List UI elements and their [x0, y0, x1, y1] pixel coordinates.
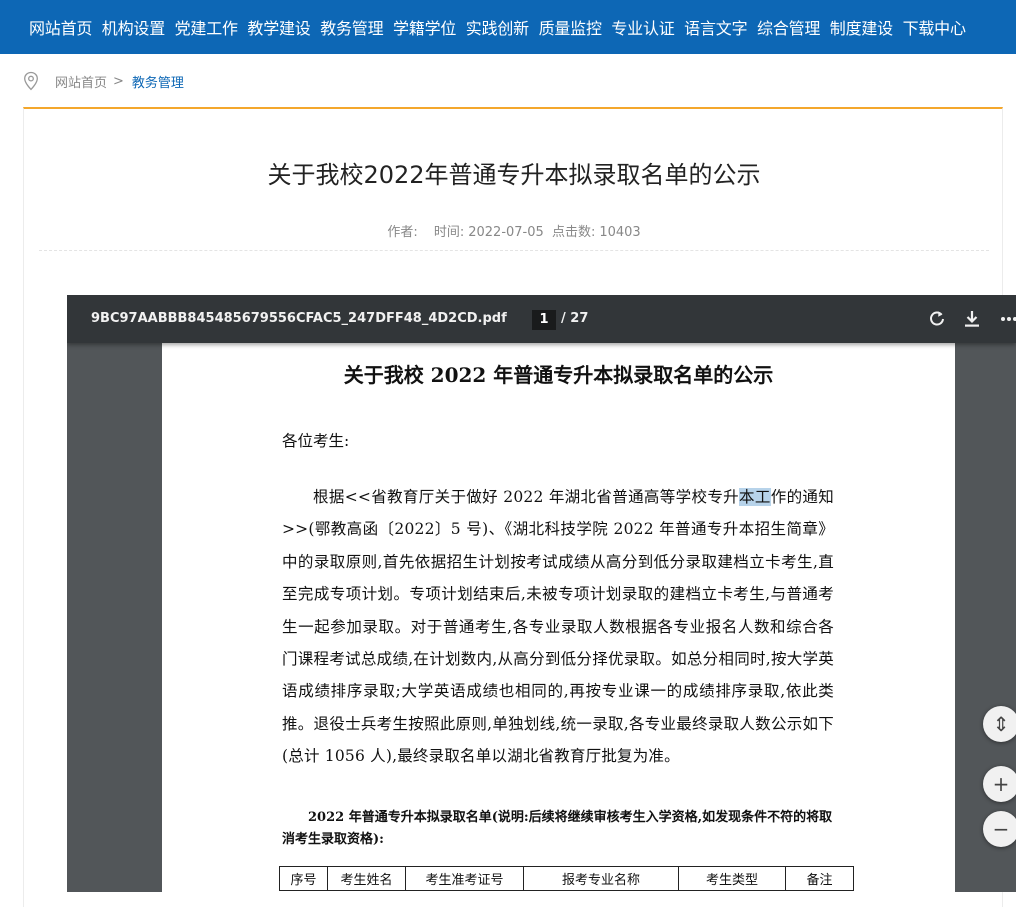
nav-item-3[interactable]: 教学建设: [247, 15, 310, 39]
nav-item-1[interactable]: 机构设置: [102, 15, 165, 39]
table-header-row: 序号 考生姓名 考生准考证号 报考专业名称 考生类型 备注: [279, 866, 854, 891]
download-icon[interactable]: [962, 309, 982, 329]
nav-item-7[interactable]: 质量监控: [539, 15, 602, 39]
fit-page-button[interactable]: ⇕: [983, 706, 1016, 742]
pdf-filename: 9BC97AABBB845485679556CFAC5_247DFF48_4D2…: [91, 311, 507, 326]
pdf-toolbar: 9BC97AABBB845485679556CFAC5_247DFF48_4D2…: [67, 295, 1016, 343]
clicks-label: 点击数:: [551, 225, 596, 240]
breadcrumb-separator: >: [113, 73, 124, 89]
nav-item-4[interactable]: 教务管理: [320, 15, 383, 39]
page-total: / 27: [561, 311, 589, 326]
nav-item-11[interactable]: 制度建设: [830, 15, 893, 39]
doc-greeting: 各位考生:: [282, 432, 350, 450]
para-text-1: 根据<<省教育厅关于做好 2022 年湖北省普通高等学校专升: [313, 488, 740, 506]
article-meta: 作者: 时间: 2022-07-05 点击数: 10403: [24, 221, 1004, 240]
nav-item-8[interactable]: 专业认证: [611, 15, 674, 39]
nav-item-12[interactable]: 下载中心: [903, 15, 966, 39]
pdf-page: 关于我校 2022 年普通专升本拟录取名单的公示 各位考生: 根据<<省教育厅关…: [162, 343, 955, 892]
header-exam-id: 考生准考证号: [405, 866, 524, 891]
article-title: 关于我校2022年普通专升本拟录取名单的公示: [267, 161, 761, 189]
nav-item-2[interactable]: 党建工作: [175, 15, 238, 39]
breadcrumb-home[interactable]: 网站首页: [55, 72, 107, 91]
nav-item-5[interactable]: 学籍学位: [393, 15, 456, 39]
breadcrumb-current[interactable]: 教务管理: [132, 72, 184, 91]
nav-item-10[interactable]: 综合管理: [757, 15, 820, 39]
breadcrumb: 网站首页 > 教务管理: [22, 70, 184, 92]
time-label: 时间:: [433, 225, 465, 240]
header-note: 备注: [785, 866, 854, 891]
more-icon[interactable]: [999, 309, 1016, 329]
meta-divider: [39, 250, 989, 251]
top-nav: 网站首页 机构设置 党建工作 教学建设 教务管理 学籍学位 实践创新 质量监控 专业认证 语言文字…: [0, 0, 1016, 54]
location-pin-icon: [24, 71, 38, 91]
selected-text: 本工: [739, 488, 771, 506]
pdf-viewer[interactable]: 9BC97AABBB845485679556CFAC5_247DFF48_4D2…: [67, 295, 1016, 892]
nav-item-9[interactable]: 语言文字: [684, 15, 747, 39]
rotate-icon[interactable]: [927, 309, 947, 329]
zoom-in-button[interactable]: +: [983, 766, 1016, 802]
publish-date: 2022-07-05: [468, 225, 544, 240]
click-count: 10403: [599, 225, 641, 240]
para-text-2: 作的通知>>(鄂教高函〔2022〕5 号)、《湖北科技学院 2022 年普通专升…: [282, 488, 834, 766]
doc-title: 关于我校 2022 年普通专升本拟录取名单的公示: [343, 363, 774, 387]
header-type: 考生类型: [678, 866, 786, 891]
admission-table: 序号 考生姓名 考生准考证号 报考专业名称 考生类型 备注: [279, 866, 854, 891]
table-caption: 2022 年普通专升本拟录取名单(说明:后续将继续审核考生入学资格,如发现条件不…: [282, 810, 833, 847]
zoom-out-button[interactable]: −: [983, 811, 1016, 847]
doc-paragraph: 根据<<省教育厅关于做好 2022 年湖北省普通高等学校专升本工作的通知>>(鄂…: [282, 481, 834, 773]
author-label: 作者:: [387, 225, 418, 240]
header-major: 报考专业名称: [523, 866, 679, 891]
nav-item-6[interactable]: 实践创新: [466, 15, 529, 39]
nav-item-0[interactable]: 网站首页: [29, 15, 92, 39]
header-name: 考生姓名: [327, 866, 406, 891]
page-number-input[interactable]: 1: [532, 310, 556, 330]
header-seq: 序号: [279, 866, 328, 891]
